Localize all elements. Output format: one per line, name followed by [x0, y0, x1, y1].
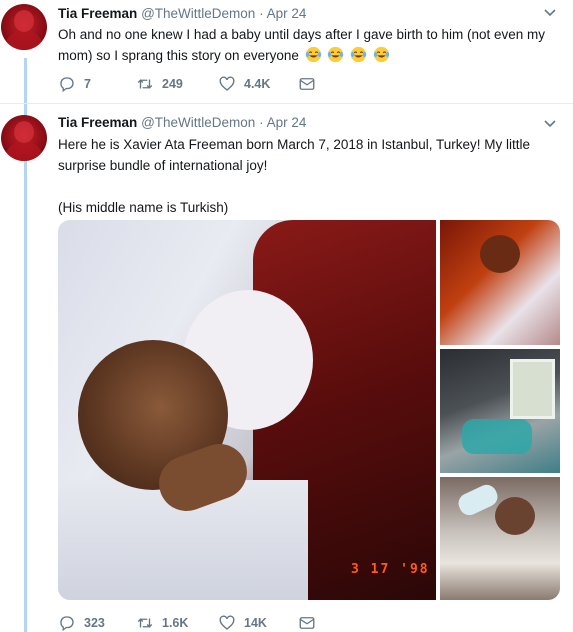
reply-count: 7: [84, 77, 91, 91]
chevron-down-icon[interactable]: [543, 6, 557, 20]
photo-baby-bath[interactable]: [440, 349, 560, 473]
direct-message-button[interactable]: [298, 614, 324, 632]
retweet-icon: [137, 79, 153, 89]
tweet-divider: [0, 103, 573, 104]
photo-baby-bottle[interactable]: [440, 477, 560, 600]
like-count: 4.4K: [244, 77, 271, 91]
author-handle[interactable]: @TheWittleDemon: [141, 6, 255, 21]
envelope-icon: [299, 617, 315, 629]
tweet-text: Here he is Xavier Ata Freeman born March…: [58, 134, 558, 218]
tweet-header: Tia Freeman @TheWittleDemon · Apr 24: [58, 6, 306, 21]
tweet-body-note: (His middle name is Turkish): [58, 200, 229, 215]
tweet[interactable]: Tia Freeman @TheWittleDemon · Apr 24 Her…: [0, 105, 573, 632]
chevron-down-icon[interactable]: [543, 117, 557, 131]
avatar[interactable]: [1, 115, 47, 161]
reply-icon: [60, 616, 74, 632]
tweet[interactable]: Tia Freeman @TheWittleDemon · Apr 24 Oh …: [0, 0, 573, 103]
photo-date-stamp: 3 17 '98: [351, 562, 430, 577]
face-with-tears-of-joy-icon: [328, 46, 344, 63]
like-button[interactable]: 14K: [218, 614, 267, 632]
reply-count: 323: [84, 616, 105, 630]
tweet-body: Oh and no one knew I had a baby until da…: [58, 27, 546, 63]
envelope-icon: [299, 78, 315, 90]
face-with-tears-of-joy-icon: [305, 46, 321, 63]
separator-dot: ·: [259, 6, 264, 21]
author-name[interactable]: Tia Freeman: [58, 115, 137, 130]
like-count: 14K: [244, 616, 267, 630]
photo-sleeping-baby[interactable]: 3 17 '98: [58, 220, 436, 600]
reply-icon: [60, 77, 74, 93]
avatar[interactable]: [1, 4, 47, 50]
photo-baby-red-light[interactable]: [440, 220, 560, 345]
tweet-body: Here he is Xavier Ata Freeman born March…: [58, 137, 530, 173]
retweet-icon: [137, 618, 153, 628]
retweet-count: 1.6K: [162, 616, 189, 630]
heart-icon: [219, 615, 235, 630]
heart-icon: [219, 76, 235, 91]
face-with-tears-of-joy-icon: [351, 46, 367, 63]
retweet-button[interactable]: 249: [136, 75, 183, 93]
tweet-text: Oh and no one knew I had a baby until da…: [58, 24, 558, 66]
tweet-date[interactable]: Apr 24: [267, 6, 307, 21]
reply-button[interactable]: 323: [58, 614, 105, 632]
reply-button[interactable]: 7: [58, 75, 91, 93]
author-name[interactable]: Tia Freeman: [58, 6, 137, 21]
like-button[interactable]: 4.4K: [218, 75, 270, 93]
retweet-count: 249: [162, 77, 183, 91]
author-handle[interactable]: @TheWittleDemon: [141, 115, 255, 130]
face-with-tears-of-joy-icon: [373, 46, 390, 63]
retweet-button[interactable]: 1.6K: [136, 614, 188, 632]
direct-message-button[interactable]: [298, 75, 324, 93]
photo-grid: 3 17 '98: [58, 220, 560, 600]
tweet-date[interactable]: Apr 24: [267, 115, 307, 130]
tweet-actions: 323 1.6K 14K: [58, 614, 358, 632]
tweet-actions: 7 249 4.4K: [58, 75, 358, 95]
tweet-header: Tia Freeman @TheWittleDemon · Apr 24: [58, 115, 306, 130]
separator-dot: ·: [259, 115, 264, 130]
